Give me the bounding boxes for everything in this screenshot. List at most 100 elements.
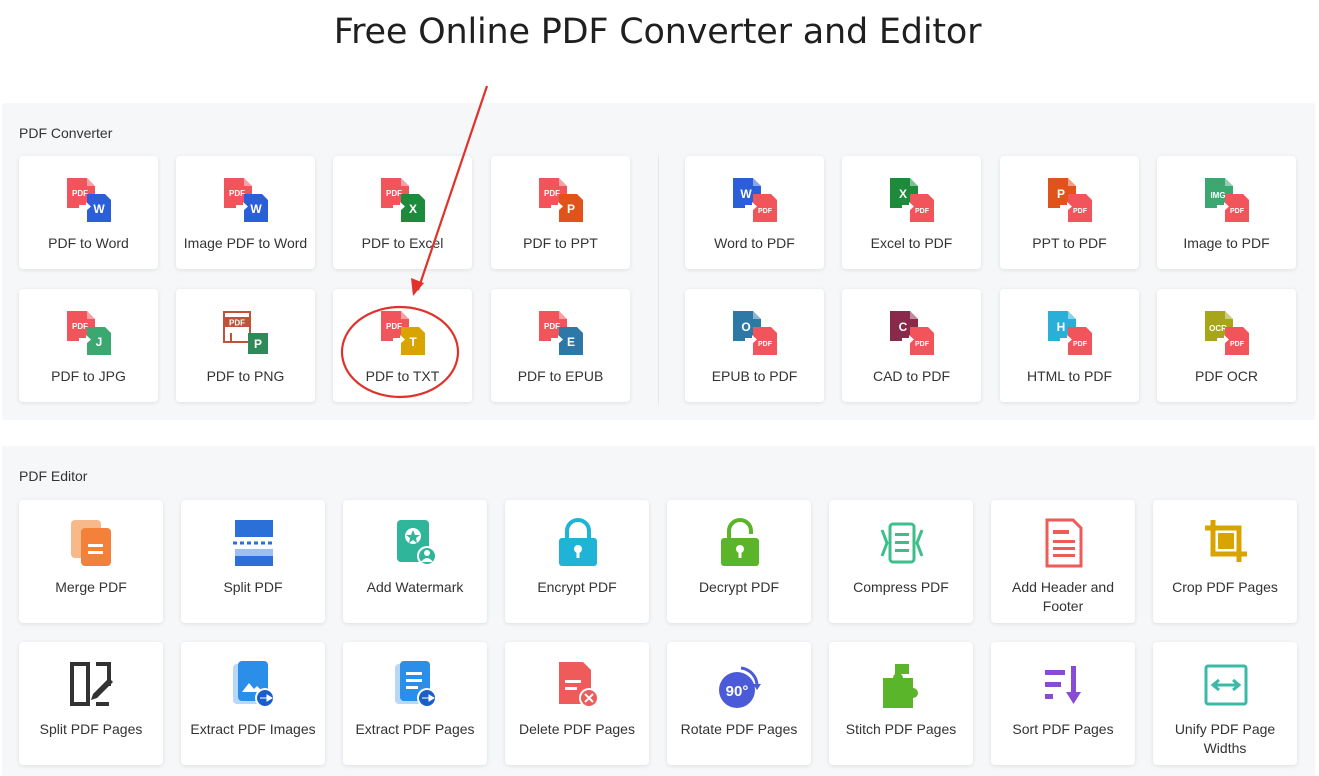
html-to-pdf-icon: H PDF — [1046, 311, 1094, 355]
delete-pages-icon — [555, 660, 601, 710]
svg-text:H: H — [1057, 320, 1066, 334]
pdf-to-png-icon: PDF P — [222, 311, 270, 355]
puzzle-icon — [879, 660, 925, 710]
tool-card-merge-pdf[interactable]: Merge PDF — [19, 500, 163, 623]
svg-text:90°: 90° — [726, 683, 749, 700]
tool-card-delete-pdf-pages[interactable]: Delete PDF Pages — [505, 642, 649, 765]
tool-card-compress-pdf[interactable]: Compress PDF — [829, 500, 973, 623]
extract-images-icon — [231, 660, 277, 710]
svg-text:E: E — [567, 335, 575, 349]
split-pdf-icon — [231, 518, 277, 568]
tool-label: Excel to PDF — [870, 235, 953, 251]
tool-card-encrypt-pdf[interactable]: Encrypt PDF — [505, 500, 649, 623]
tool-card-extract-pdf-pages[interactable]: Extract PDF Pages — [343, 642, 487, 765]
svg-text:P: P — [567, 202, 575, 216]
svg-text:PDF: PDF — [229, 319, 245, 328]
tool-label: Compress PDF — [853, 579, 949, 595]
svg-text:P: P — [1057, 187, 1065, 201]
svg-text:PDF: PDF — [1230, 341, 1245, 348]
tool-card-decrypt-pdf[interactable]: Decrypt PDF — [667, 500, 811, 623]
tool-label: Image PDF to Word — [183, 235, 308, 251]
tool-card-extract-pdf-images[interactable]: Extract PDF Images — [181, 642, 325, 765]
svg-text:PDF: PDF — [1073, 341, 1088, 348]
tool-label: Merge PDF — [55, 579, 127, 595]
svg-text:OCR: OCR — [1209, 324, 1227, 333]
tool-label: PDF to JPG — [51, 368, 126, 384]
tool-label: Add Watermark — [366, 579, 464, 595]
tool-card-epub-to-pdf[interactable]: O PDF EPUB to PDF — [685, 289, 824, 402]
svg-text:P: P — [254, 337, 262, 351]
svg-text:PDF: PDF — [386, 189, 402, 198]
tool-card-pdf-ocr[interactable]: OCR PDF PDF OCR — [1157, 289, 1296, 402]
tool-label: Delete PDF Pages — [519, 721, 635, 737]
tool-card-excel-to-pdf[interactable]: X PDF Excel to PDF — [842, 156, 981, 269]
epub-to-pdf-icon: O PDF — [731, 311, 779, 355]
tool-label: HTML to PDF — [1026, 368, 1113, 384]
extract-pages-icon — [393, 660, 439, 710]
tool-card-stitch-pdf-pages[interactable]: Stitch PDF Pages — [829, 642, 973, 765]
tool-label: Encrypt PDF — [537, 579, 617, 595]
tool-card-word-to-pdf[interactable]: W PDF Word to PDF — [685, 156, 824, 269]
ppt-to-pdf-icon: P PDF — [1046, 178, 1094, 222]
svg-text:IMG: IMG — [1210, 191, 1225, 200]
tool-label: Word to PDF — [714, 235, 795, 251]
svg-text:J: J — [96, 335, 103, 349]
tool-label: PDF to Word — [48, 235, 129, 251]
tool-card-crop-pdf-pages[interactable]: Crop PDF Pages — [1153, 500, 1297, 623]
svg-text:PDF: PDF — [758, 208, 773, 215]
tool-card-ppt-to-pdf[interactable]: P PDF PPT to PDF — [1000, 156, 1139, 269]
tool-label: CAD to PDF — [872, 368, 950, 384]
tool-label: Add Header and Footer — [1012, 579, 1114, 614]
pdf-to-txt-icon: PDF T — [379, 311, 427, 355]
compress-icon — [879, 518, 925, 568]
svg-text:W: W — [250, 202, 262, 216]
section-divider — [658, 155, 659, 405]
tool-label: Split PDF — [223, 579, 283, 595]
tool-card-split-pdf[interactable]: Split PDF — [181, 500, 325, 623]
svg-text:PDF: PDF — [758, 341, 773, 348]
image-to-pdf-icon: IMG PDF — [1203, 178, 1251, 222]
tool-card-unify-pdf-page-widths[interactable]: Unify PDF Page Widths — [1153, 642, 1297, 765]
tool-card-pdf-to-png[interactable]: PDF P PDF to PNG — [176, 289, 315, 402]
tool-card-html-to-pdf[interactable]: H PDF HTML to PDF — [1000, 289, 1139, 402]
svg-text:PDF: PDF — [1230, 208, 1245, 215]
pdf-to-excel-icon: PDF X — [379, 178, 427, 222]
tool-label: PDF to Excel — [361, 235, 444, 251]
tool-card-pdf-to-excel[interactable]: PDF X PDF to Excel — [333, 156, 472, 269]
tool-card-cad-to-pdf[interactable]: C PDF CAD to PDF — [842, 289, 981, 402]
tool-card-rotate-pdf-pages[interactable]: 90° Rotate PDF Pages — [667, 642, 811, 765]
tool-card-pdf-to-txt[interactable]: PDF T PDF to TXT — [333, 289, 472, 402]
watermark-icon — [393, 518, 439, 568]
tool-label: Rotate PDF Pages — [680, 721, 798, 737]
word-to-pdf-icon: W PDF — [731, 178, 779, 222]
svg-text:T: T — [409, 335, 417, 349]
tool-card-sort-pdf-pages[interactable]: Sort PDF Pages — [991, 642, 1135, 765]
svg-text:O: O — [741, 320, 750, 334]
tool-card-image-pdf-to-word[interactable]: PDF W Image PDF to Word — [176, 156, 315, 269]
tool-label: Sort PDF Pages — [1012, 721, 1114, 737]
tool-card-split-pdf-pages[interactable]: Split PDF Pages — [19, 642, 163, 765]
svg-text:PDF: PDF — [544, 189, 560, 198]
tool-card-add-header-and-footer[interactable]: Add Header and Footer — [991, 500, 1135, 623]
page-title: Free Online PDF Converter and Editor — [333, 12, 982, 52]
tool-card-pdf-to-jpg[interactable]: PDF J PDF to JPG — [19, 289, 158, 402]
tool-card-add-watermark[interactable]: Add Watermark — [343, 500, 487, 623]
tool-label: Extract PDF Images — [190, 721, 316, 737]
svg-text:PDF: PDF — [386, 322, 402, 331]
svg-text:PDF: PDF — [1073, 208, 1088, 215]
tool-label: Crop PDF Pages — [1172, 579, 1278, 595]
svg-text:PDF: PDF — [915, 208, 930, 215]
tool-card-pdf-to-epub[interactable]: PDF E PDF to EPUB — [491, 289, 630, 402]
tool-label: PDF to PPT — [523, 235, 598, 251]
sort-icon — [1041, 660, 1087, 710]
tool-card-image-to-pdf[interactable]: IMG PDF Image to PDF — [1157, 156, 1296, 269]
cad-to-pdf-icon: C PDF — [888, 311, 936, 355]
image-pdf-to-word-icon: PDF W — [222, 178, 270, 222]
tool-label: Split PDF Pages — [39, 721, 143, 737]
svg-text:X: X — [899, 187, 907, 201]
svg-text:PDF: PDF — [229, 189, 245, 198]
tool-card-pdf-to-word[interactable]: PDF W PDF to Word — [19, 156, 158, 269]
svg-text:X: X — [409, 202, 417, 216]
tool-card-pdf-to-ppt[interactable]: PDF P PDF to PPT — [491, 156, 630, 269]
svg-text:W: W — [93, 202, 105, 216]
